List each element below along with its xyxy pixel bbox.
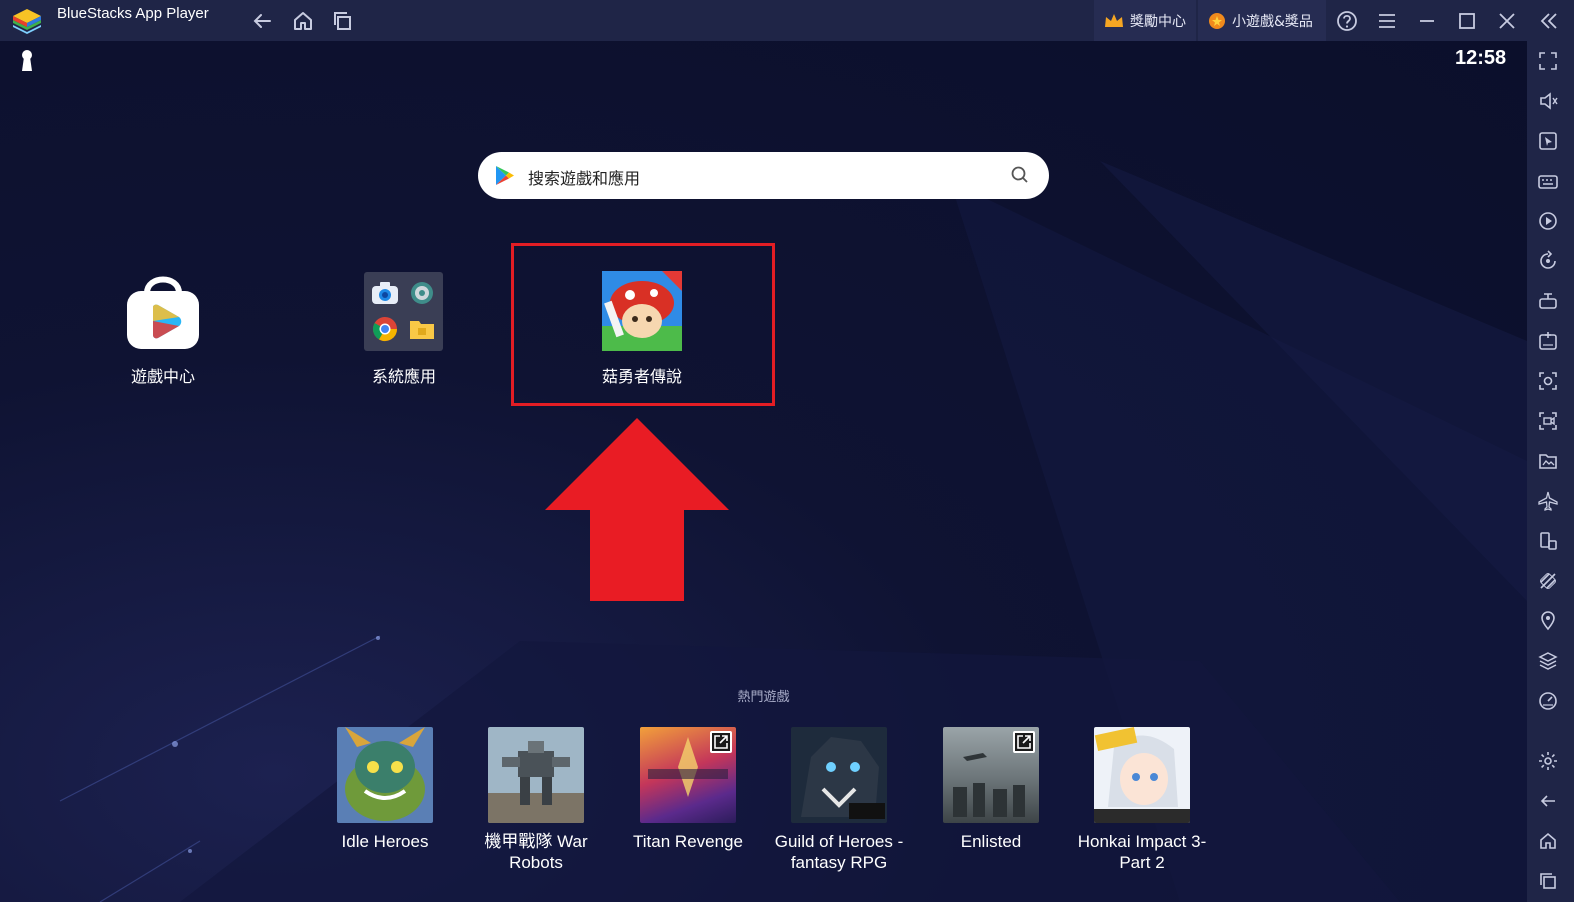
- recent-apps-icon[interactable]: [330, 8, 356, 34]
- red-arrow-up-icon: [545, 418, 729, 601]
- guild-of-heroes-thumbnail: [791, 727, 887, 823]
- external-link-icon: [1013, 731, 1035, 753]
- keyboard-icon[interactable]: [1537, 170, 1559, 192]
- files-folder-icon: [410, 321, 434, 339]
- volume-icon[interactable]: [1537, 90, 1559, 112]
- game-center-icon: [127, 276, 199, 349]
- media-folder-icon[interactable]: [1537, 450, 1559, 472]
- play-store-icon: [496, 166, 514, 185]
- rewards-center-label: 獎勵中心: [1130, 13, 1186, 30]
- window-title: BlueStacks App Player: [57, 5, 209, 22]
- screenshot-icon[interactable]: [1537, 370, 1559, 392]
- minimize-icon[interactable]: [1414, 8, 1440, 34]
- fullscreen-icon[interactable]: [1537, 50, 1559, 72]
- multi-instance-icon[interactable]: [1537, 530, 1559, 552]
- settings-icon[interactable]: [1537, 750, 1559, 772]
- apk-install-icon[interactable]: [1537, 330, 1559, 352]
- keyhole-icon: [22, 50, 32, 71]
- android-recents-icon[interactable]: [1537, 870, 1559, 892]
- highlight-box: [511, 243, 775, 406]
- collapse-sidebar-icon[interactable]: [1535, 8, 1561, 34]
- search-input[interactable]: 搜索遊戲和應用: [528, 165, 640, 189]
- app-label: 系統應用: [371, 367, 436, 386]
- enlisted-thumbnail: [943, 727, 1039, 823]
- minigames-button[interactable]: 小遊戲&獎品: [1198, 0, 1326, 41]
- game-title: Enlisted: [960, 832, 1022, 851]
- app-label: 遊戲中心: [130, 367, 195, 386]
- titan-revenge-thumbnail: [640, 727, 736, 823]
- game-title: Titan Revenge: [633, 832, 743, 851]
- rewards-center-button[interactable]: 獎勵中心: [1094, 0, 1196, 41]
- help-icon[interactable]: [1334, 8, 1360, 34]
- home-icon[interactable]: [290, 8, 316, 34]
- pointer-icon[interactable]: [1537, 130, 1559, 152]
- android-home-icon[interactable]: [1537, 830, 1559, 852]
- idle-heroes-thumbnail: [337, 727, 433, 823]
- search-bar[interactable]: 搜索遊戲和應用: [478, 152, 1049, 199]
- bluestacks-logo-icon: [13, 9, 41, 34]
- rotate-icon[interactable]: [1537, 250, 1559, 272]
- android-back-icon[interactable]: [1537, 790, 1559, 812]
- right-toolbar: [1527, 41, 1574, 902]
- android-home-screen: 12:58 搜索遊戲和應用 遊戲中心 系統應用 菇勇者傳說 熱門遊戲 Idle …: [0, 41, 1527, 902]
- external-link-icon: [710, 731, 732, 753]
- camera-icon: [372, 282, 398, 304]
- settings-gear-icon: [411, 282, 433, 304]
- app-game-center[interactable]: 遊戲中心: [123, 271, 203, 391]
- honkai-impact-thumbnail: [1094, 727, 1190, 823]
- back-icon[interactable]: [250, 8, 276, 34]
- maximize-icon[interactable]: [1454, 8, 1480, 34]
- layers-icon[interactable]: [1537, 650, 1559, 672]
- performance-icon[interactable]: [1537, 690, 1559, 712]
- gamepad-icon[interactable]: [1537, 290, 1559, 312]
- close-icon[interactable]: [1494, 8, 1520, 34]
- crown-icon: [1105, 13, 1123, 27]
- coin-icon: [1209, 12, 1225, 29]
- game-title: Guild of Heroes - fantasy RPG: [774, 832, 904, 872]
- airplane-mode-icon[interactable]: [1537, 490, 1559, 512]
- screen-record-icon[interactable]: [1537, 410, 1559, 432]
- menu-icon[interactable]: [1374, 8, 1400, 34]
- game-title: Honkai Impact 3-Part 2: [1077, 832, 1207, 872]
- game-title: Idle Heroes: [341, 832, 429, 851]
- search-icon[interactable]: [1010, 165, 1030, 185]
- minigames-label: 小遊戲&獎品: [1232, 13, 1313, 30]
- app-system-apps-folder[interactable]: 系統應用: [364, 271, 444, 391]
- war-robots-thumbnail: [488, 727, 584, 823]
- popular-games-heading: 熱門遊戲: [737, 690, 790, 705]
- location-icon[interactable]: [1537, 610, 1559, 632]
- chrome-icon: [372, 317, 397, 342]
- macro-icon[interactable]: [1537, 210, 1559, 232]
- game-title: 機甲戰隊 War Robots: [484, 832, 588, 872]
- title-bar: BlueStacks App Player 獎勵中心 小遊戲&獎品: [0, 0, 1574, 41]
- status-clock: 12:58: [1455, 47, 1507, 69]
- eco-mode-icon[interactable]: [1537, 570, 1559, 592]
